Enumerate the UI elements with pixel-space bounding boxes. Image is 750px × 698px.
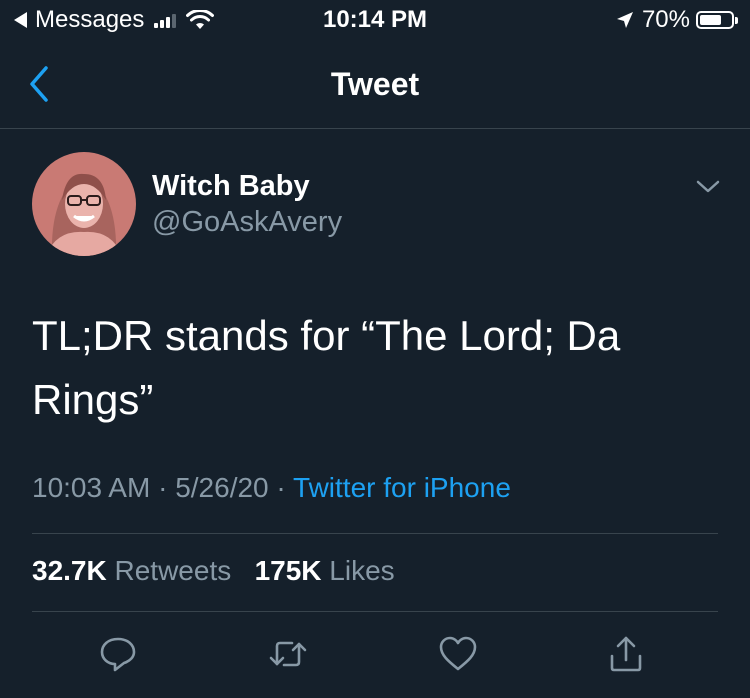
chevron-down-icon[interactable] [694,174,722,198]
likes-count: 175K [254,555,322,586]
divider [32,611,718,612]
tweet-text: TL;DR stands for “The Lord; Da Rings” [32,312,621,423]
meta-separator: · [158,472,168,503]
reply-icon[interactable] [98,634,138,674]
battery-percent: 70% [641,6,690,33]
battery-icon [696,11,734,29]
retweets-label: Retweets [114,555,232,586]
engagement-stats: 32.7K Retweets 175K Likes [32,555,395,587]
like-icon[interactable] [438,634,478,674]
likes-stat[interactable]: 175K Likes [255,555,395,586]
battery-cap [735,16,738,24]
page-title: Tweet [330,66,420,102]
status-right: 70% [616,6,738,34]
retweets-count: 32.7K [32,555,107,586]
tweet-detail-screen: Messages 10:14 PM 70% Tweet Witch Baby @… [0,0,750,698]
location-arrow-icon [616,12,633,28]
tweet-source-link[interactable]: Twitter for iPhone [293,472,511,503]
avatar-image [32,152,136,256]
tweet-metadata: 10:03 AM · 5/26/20 · Twitter for iPhone [32,472,511,504]
avatar[interactable] [32,152,136,256]
battery-fill [700,15,721,25]
username-handle[interactable]: @GoAskAvery [152,206,342,239]
display-name[interactable]: Witch Baby [152,170,310,203]
retweet-icon[interactable] [268,634,308,674]
share-icon[interactable] [606,634,646,674]
likes-label: Likes [329,555,395,586]
meta-separator: · [276,472,286,503]
status-bar: Messages 10:14 PM 70% [0,0,750,40]
tweet-time: 10:03 AM [32,472,151,503]
retweets-stat[interactable]: 32.7K Retweets [32,555,239,586]
divider [32,533,718,534]
tweet-date: 5/26/20 [175,472,269,503]
navigation-bar: Tweet [0,40,750,129]
